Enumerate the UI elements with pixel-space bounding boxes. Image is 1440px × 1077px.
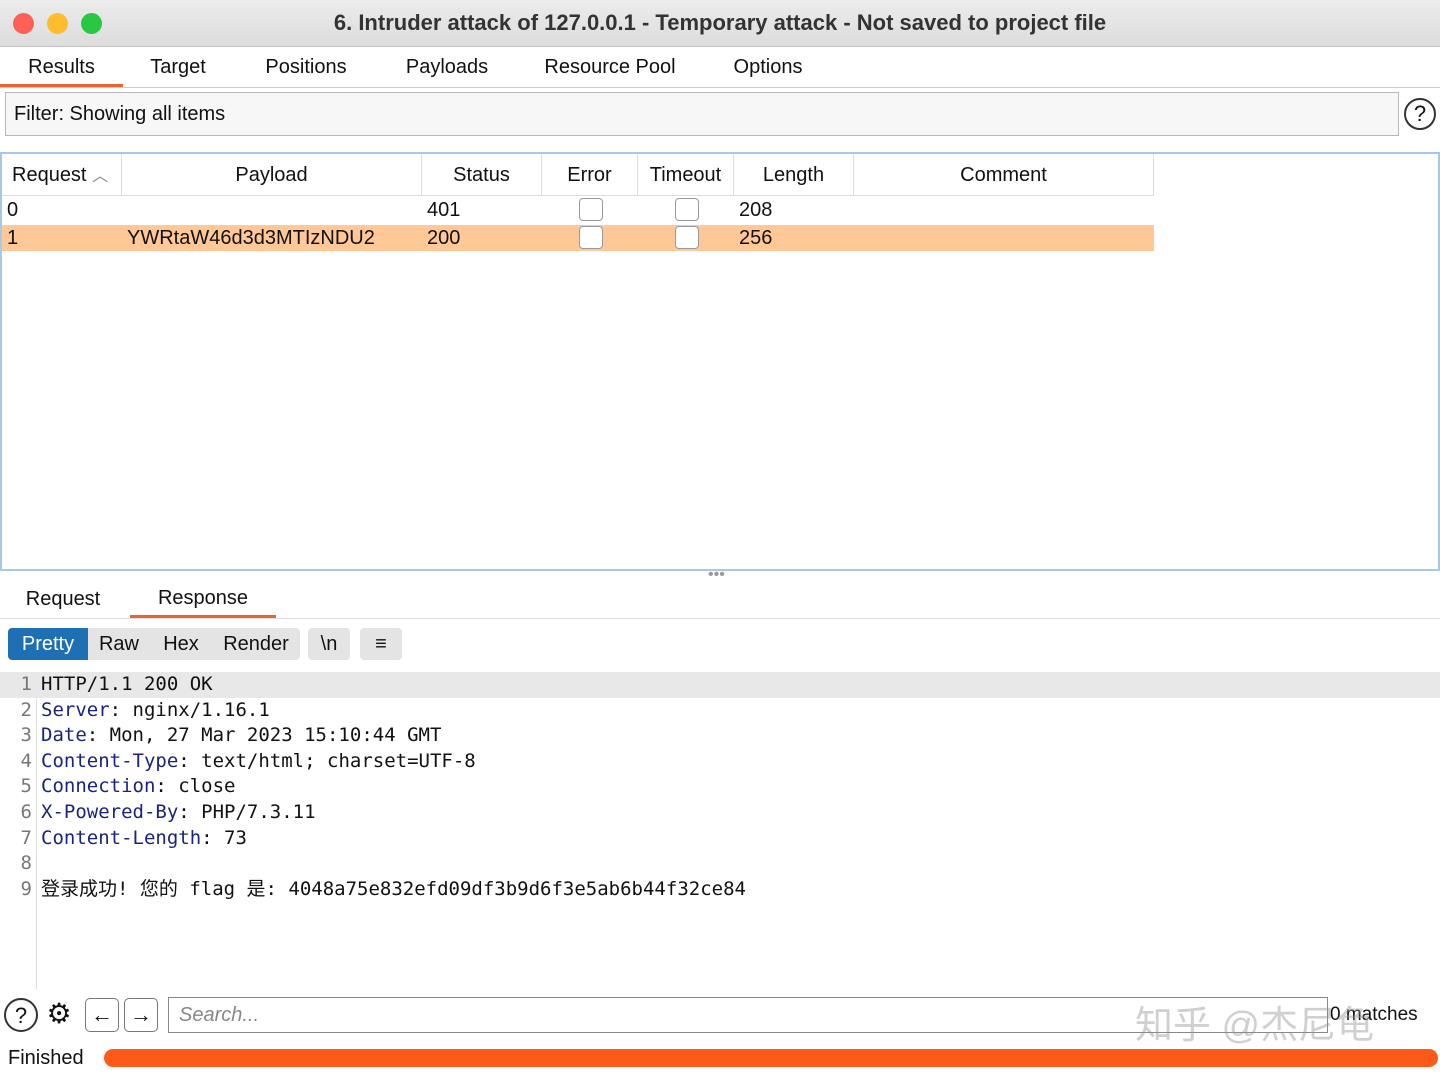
hex-button[interactable]: Hex [150, 628, 212, 660]
line-value: text/html; charset=UTF-8 [189, 749, 476, 772]
code-line: 9 登录成功! 您的 flag 是: 4048a75e832efd09df3b9d… [0, 877, 1440, 903]
tab-results[interactable]: Results [0, 47, 123, 87]
line-number: 3 [20, 724, 32, 747]
line-number: 6 [20, 801, 32, 823]
column-header-status[interactable]: Status [422, 154, 542, 196]
timeout-checkbox[interactable] [675, 226, 699, 249]
error-checkbox[interactable] [579, 226, 603, 249]
help-icon[interactable]: ? [1404, 98, 1436, 130]
header-name: Content-Length [41, 826, 202, 849]
tab-payloads[interactable]: Payloads [392, 47, 502, 87]
line-value: nginx/1.16.1 [121, 698, 270, 721]
line-number: 4 [20, 749, 32, 772]
line-value: 登录成功! 您的 flag 是: 4048a75e832efd09df3b9d6… [41, 877, 746, 900]
table-row[interactable]: 0 401 208 [2, 197, 1154, 223]
pretty-button[interactable]: Pretty [8, 628, 88, 660]
timeout-checkbox[interactable] [675, 198, 699, 221]
match-count: 0 matches [1330, 1004, 1418, 1025]
tab-response[interactable]: Response [130, 580, 276, 618]
minimize-window-button[interactable] [47, 13, 68, 34]
cell-length: 208 [739, 199, 773, 221]
response-editor[interactable]: 1 HTTP/1.1 200 OK 2 Server: nginx/1.16.1 3 Da… [0, 672, 1440, 990]
code-line: 2 Server: nginx/1.16.1 [0, 698, 1440, 724]
column-header-payload[interactable]: Payload [122, 154, 422, 196]
code-line: 3 Date: Mon, 27 Mar 2023 15:10:44 GMT [0, 723, 1440, 749]
tab-positions[interactable]: Positions [250, 47, 362, 87]
code-line: 1 HTTP/1.1 200 OK [0, 672, 1440, 698]
help-icon[interactable]: ? [4, 998, 38, 1032]
line-number: 1 [20, 673, 32, 695]
column-header-timeout[interactable]: Timeout [638, 154, 734, 196]
header-name: Content-Type [41, 749, 179, 772]
status-label: Finished [8, 1047, 84, 1069]
cell-length: 256 [739, 227, 773, 249]
line-number: 2 [20, 698, 32, 721]
column-header-length[interactable]: Length [734, 154, 854, 196]
code-line: 8 [0, 851, 1440, 877]
code-line: 6 X-Powered-By: PHP/7.3.11 [0, 800, 1440, 826]
forward-arrow-icon[interactable]: → [124, 998, 158, 1032]
line-value: 73 [212, 826, 247, 849]
window-title: 6. Intruder attack of 127.0.0.1 - Tempor… [333, 10, 1107, 35]
cell-payload: YWRtaW46d3d3MTIzNDU2 [127, 227, 375, 249]
code-line: 5 Connection: close [0, 774, 1440, 800]
header-name: Server [41, 698, 110, 721]
column-header-comment[interactable]: Comment [854, 154, 1154, 196]
zoom-window-button[interactable] [81, 13, 102, 34]
tab-request[interactable]: Request [8, 580, 118, 618]
close-window-button[interactable] [13, 13, 34, 34]
error-checkbox[interactable] [579, 198, 603, 221]
title-bar: 6. Intruder attack of 127.0.0.1 - Tempor… [0, 0, 1440, 47]
filter-bar[interactable]: Filter: Showing all items [5, 92, 1399, 136]
menu-icon[interactable]: ≡ [360, 628, 402, 660]
table-row-selected[interactable]: 1 YWRtaW46d3d3MTIzNDU2 200 256 [2, 225, 1154, 251]
column-label: Request [12, 164, 87, 186]
tab-target[interactable]: Target [133, 47, 223, 87]
results-table: Request ︿ Payload Status Error Timeout L… [0, 152, 1440, 571]
search-input[interactable]: Search... [168, 997, 1328, 1033]
cell-request: 1 [7, 227, 19, 249]
cell-status: 200 [427, 227, 461, 249]
tab-resource-pool[interactable]: Resource Pool [530, 47, 690, 87]
main-tabs: Results Target Positions Payloads Resour… [0, 47, 1440, 88]
column-header-error[interactable]: Error [542, 154, 638, 196]
raw-button[interactable]: Raw [88, 628, 150, 660]
newline-toggle-button[interactable]: \n [308, 628, 350, 660]
code-line: 7 Content-Length: 73 [0, 826, 1440, 852]
line-number: 7 [20, 826, 32, 849]
back-arrow-icon[interactable]: ← [85, 998, 119, 1032]
header-name: Connection [41, 775, 156, 798]
code-line: 4 Content-Type: text/html; charset=UTF-8 [0, 749, 1440, 775]
tab-options[interactable]: Options [720, 47, 816, 87]
line-number: 5 [20, 775, 32, 798]
line-number: 9 [20, 877, 32, 900]
cell-status: 401 [427, 199, 461, 221]
header-name: Date [41, 724, 87, 747]
header-name: X-Powered-By [41, 801, 179, 823]
line-value: PHP/7.3.11 [189, 801, 316, 823]
line-value: HTTP/1.1 200 OK [41, 673, 213, 695]
line-number: 8 [20, 852, 32, 875]
line-value: Mon, 27 Mar 2023 15:10:44 GMT [98, 724, 442, 747]
viewer-tabs: Request Response [0, 580, 1440, 619]
render-button[interactable]: Render [212, 628, 300, 660]
sort-ascending-icon: ︿ [92, 168, 109, 185]
progress-bar [104, 1049, 1438, 1067]
gear-icon[interactable]: ⚙ [42, 998, 76, 1032]
cell-request: 0 [7, 199, 19, 221]
column-header-request[interactable]: Request ︿ [2, 154, 122, 196]
line-value: close [166, 775, 236, 798]
